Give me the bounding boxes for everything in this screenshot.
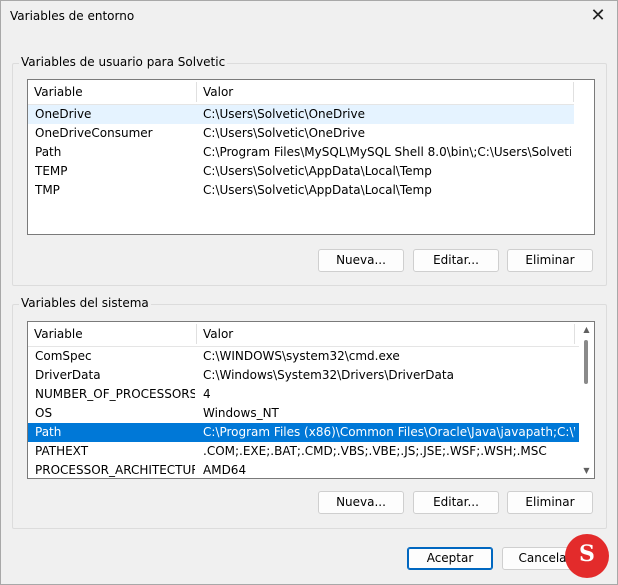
system-edit-button[interactable]: Editar...: [413, 491, 499, 514]
table-row[interactable]: TEMP C:\Users\Solvetic\AppData\Local\Tem…: [28, 162, 574, 181]
scroll-down-icon[interactable]: ▼: [579, 463, 594, 478]
system-variables-group-label: Variables del sistema: [19, 296, 151, 310]
ok-button[interactable]: Aceptar: [407, 547, 493, 570]
variable-name: OS: [35, 406, 53, 420]
variable-value: C:\Program Files\MySQL\MySQL Shell 8.0\b…: [203, 145, 571, 159]
column-header-variable[interactable]: Variable: [28, 80, 196, 104]
column-header-valor[interactable]: Valor: [197, 322, 577, 346]
system-variables-header: Variable Valor: [28, 322, 579, 347]
user-delete-button[interactable]: Eliminar: [507, 249, 593, 272]
variable-name: NUMBER_OF_PROCESSORS: [35, 387, 195, 401]
table-row[interactable]: OS Windows_NT: [28, 404, 579, 423]
variable-name: OneDriveConsumer: [35, 126, 153, 140]
variable-value: Windows_NT: [203, 406, 279, 420]
variable-value: C:\Windows\System32\Drivers\DriverData: [203, 368, 454, 382]
variable-value: C:\Users\Solvetic\OneDrive: [203, 126, 365, 140]
table-row[interactable]: NUMBER_OF_PROCESSORS 4: [28, 385, 579, 404]
variable-value: .COM;.EXE;.BAT;.CMD;.VBS;.VBE;.JS;.JSE;.…: [203, 444, 547, 458]
variable-name: Path: [35, 425, 62, 439]
variable-value: C:\Users\Solvetic\AppData\Local\Temp: [203, 183, 432, 197]
user-variables-group-label: Variables de usuario para Solvetic: [19, 55, 228, 69]
variable-name: TMP: [35, 183, 60, 197]
variable-name: PATHEXT: [35, 444, 89, 458]
window-title: Variables de entorno: [10, 9, 135, 23]
table-row-selected[interactable]: Path C:\Program Files (x86)\Common Files…: [28, 423, 579, 442]
title-bar: Variables de entorno ✕: [1, 1, 617, 33]
variable-name: TEMP: [35, 164, 68, 178]
variable-value: C:\Users\Solvetic\AppData\Local\Temp: [203, 164, 432, 178]
variable-value: C:\Program Files (x86)\Common Files\Orac…: [203, 425, 575, 439]
user-edit-button[interactable]: Editar...: [413, 249, 499, 272]
column-header-variable[interactable]: Variable: [28, 322, 196, 346]
environment-variables-dialog: Variables de entorno ✕ Variables de usua…: [0, 0, 618, 585]
variable-value: 4: [203, 387, 211, 401]
user-variables-header: Variable Valor: [28, 80, 574, 105]
user-new-button[interactable]: Nueva...: [318, 249, 404, 272]
variable-value: AMD64: [203, 463, 247, 477]
logo-letter: S: [579, 541, 595, 567]
variable-name: ComSpec: [35, 349, 92, 363]
table-row[interactable]: OneDrive C:\Users\Solvetic\OneDrive: [28, 105, 574, 124]
table-row[interactable]: OneDriveConsumer C:\Users\Solvetic\OneDr…: [28, 124, 574, 143]
table-row[interactable]: PATHEXT .COM;.EXE;.BAT;.CMD;.VBS;.VBE;.J…: [28, 442, 579, 461]
column-separator[interactable]: [573, 82, 574, 102]
solvetic-logo: S: [565, 534, 609, 578]
column-header-valor[interactable]: Valor: [197, 80, 574, 104]
variable-name: PROCESSOR_ARCHITECTURE: [35, 463, 195, 477]
system-variables-list[interactable]: Variable Valor ComSpec C:\WINDOWS\system…: [27, 321, 595, 479]
scroll-up-icon[interactable]: ▲: [579, 322, 594, 337]
variable-name: Path: [35, 145, 62, 159]
column-separator[interactable]: [574, 324, 575, 344]
system-new-button[interactable]: Nueva...: [318, 491, 404, 514]
system-delete-button[interactable]: Eliminar: [507, 491, 593, 514]
variable-value: C:\WINDOWS\system32\cmd.exe: [203, 349, 400, 363]
close-icon[interactable]: ✕: [587, 5, 609, 27]
table-row[interactable]: TMP C:\Users\Solvetic\AppData\Local\Temp: [28, 181, 574, 200]
scroll-thumb[interactable]: [584, 340, 588, 384]
table-row[interactable]: Path C:\Program Files\MySQL\MySQL Shell …: [28, 143, 574, 162]
table-row[interactable]: PROCESSOR_ARCHITECTURE AMD64: [28, 461, 579, 478]
variable-value: C:\Users\Solvetic\OneDrive: [203, 107, 365, 121]
table-row[interactable]: ComSpec C:\WINDOWS\system32\cmd.exe: [28, 347, 579, 366]
variable-name: OneDrive: [35, 107, 92, 121]
user-variables-list[interactable]: Variable Valor OneDrive C:\Users\Solveti…: [27, 79, 595, 235]
variable-name: DriverData: [35, 368, 101, 382]
table-row[interactable]: DriverData C:\Windows\System32\Drivers\D…: [28, 366, 579, 385]
system-list-scrollbar[interactable]: ▲ ▼: [579, 322, 594, 478]
